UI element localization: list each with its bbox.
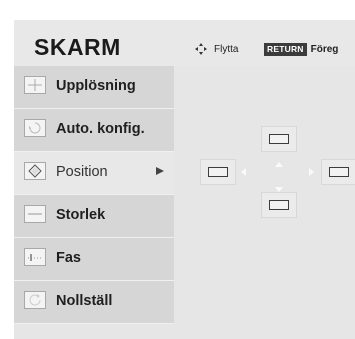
arrow-up-icon bbox=[275, 162, 283, 167]
position-down-button[interactable] bbox=[261, 192, 297, 218]
menu-item-reset[interactable]: Nollställ bbox=[14, 281, 174, 324]
move-hint-label: Flytta bbox=[214, 43, 239, 55]
position-up-button[interactable] bbox=[261, 126, 297, 152]
osd-header: SKARM Flytta RETURN Föreg bbox=[14, 20, 355, 66]
menu-item-label: Fas bbox=[56, 250, 81, 266]
position-right-button[interactable] bbox=[321, 159, 355, 185]
arrow-right-icon bbox=[309, 168, 314, 176]
page-title: SKARM bbox=[34, 34, 121, 60]
resolution-icon bbox=[24, 76, 46, 94]
menu-item-label: Storlek bbox=[56, 207, 106, 223]
arrow-left-icon bbox=[241, 168, 246, 176]
return-hint: RETURN Föreg bbox=[264, 42, 338, 56]
return-hint-label: Föreg bbox=[310, 43, 339, 55]
menu-item-label: Auto. konfig. bbox=[56, 121, 145, 137]
screen-frame-icon bbox=[208, 167, 228, 177]
screen-frame-icon bbox=[269, 200, 289, 210]
position-icon bbox=[24, 162, 46, 180]
screen-frame-icon bbox=[269, 134, 289, 144]
menu-item-auto-config[interactable]: Auto. konfig. bbox=[14, 109, 174, 152]
position-left-button[interactable] bbox=[200, 159, 236, 185]
position-panel bbox=[174, 66, 355, 339]
menu-item-position[interactable]: Position bbox=[14, 152, 174, 195]
menu-item-label: Upplösning bbox=[56, 78, 136, 94]
move-arrows-icon bbox=[195, 43, 207, 55]
arrow-down-icon bbox=[275, 187, 283, 192]
auto-config-icon bbox=[24, 119, 46, 137]
menu-item-label: Position bbox=[56, 164, 108, 180]
menu-item-size[interactable]: Storlek bbox=[14, 195, 174, 238]
menu-item-resolution[interactable]: Upplösning bbox=[14, 66, 174, 109]
screen-frame-icon bbox=[329, 167, 349, 177]
size-icon bbox=[24, 205, 46, 223]
menu-item-label: Nollställ bbox=[56, 293, 113, 309]
screen-menu: Upplösning Auto. konfig. Position Storle… bbox=[14, 66, 174, 339]
phase-icon bbox=[24, 248, 46, 266]
selected-arrow-icon bbox=[156, 167, 164, 175]
return-key-badge: RETURN bbox=[264, 42, 307, 56]
reset-icon bbox=[24, 291, 46, 309]
menu-item-phase[interactable]: Fas bbox=[14, 238, 174, 281]
osd-window: SKARM Flytta RETURN Föreg Upplösning Aut… bbox=[14, 20, 355, 339]
move-hint: Flytta bbox=[194, 42, 238, 56]
